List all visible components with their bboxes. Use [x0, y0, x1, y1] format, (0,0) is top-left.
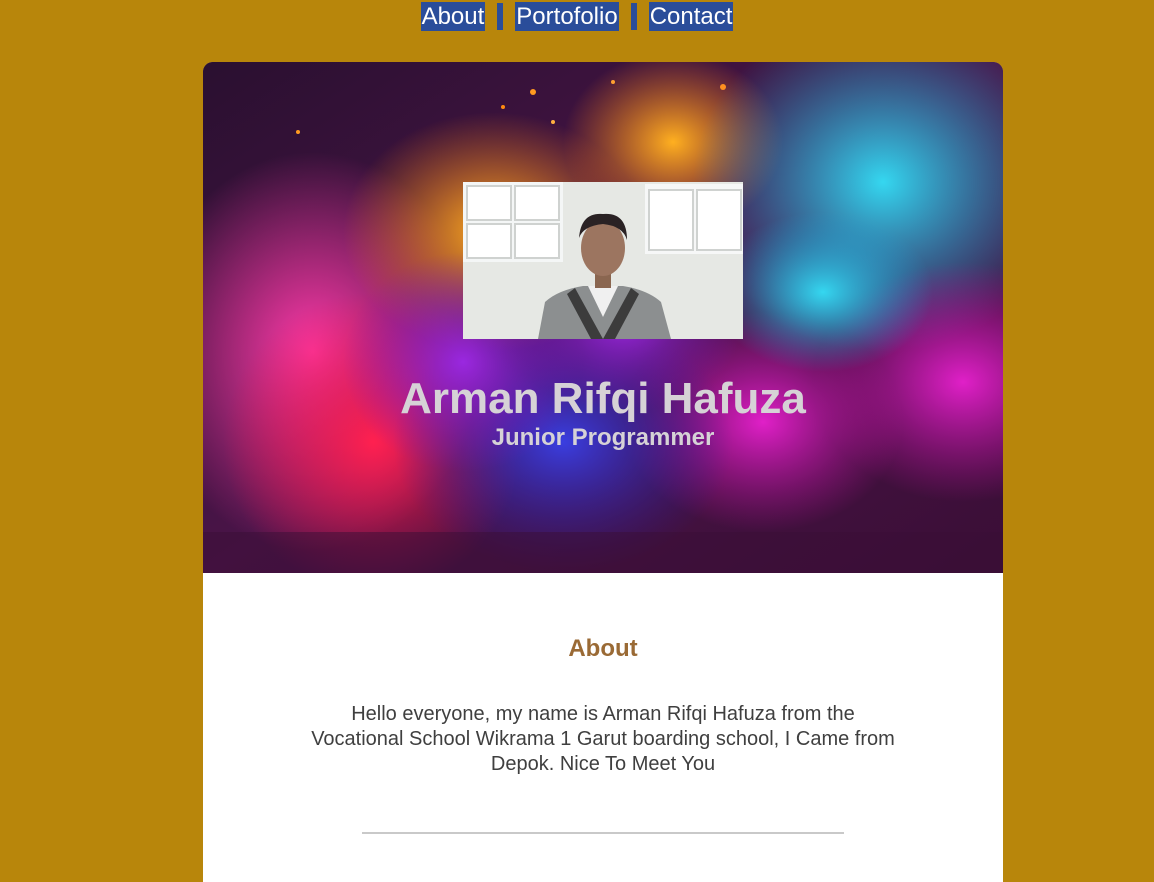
nav-link-portofolio[interactable]: Portofolio [515, 2, 619, 31]
top-navigation: About Portofolio Contact [0, 0, 1154, 40]
hero-banner: Arman Rifqi Hafuza Junior Programmer [203, 62, 1003, 573]
profile-photo [463, 182, 743, 339]
nav-link-about[interactable]: About [420, 2, 486, 31]
section-divider [362, 832, 844, 834]
about-description: Hello everyone, my name is Arman Rifqi H… [311, 703, 895, 775]
nav-separator [630, 3, 637, 30]
about-heading: About [568, 635, 638, 662]
profile-role: Junior Programmer [491, 424, 715, 451]
profile-card: Arman Rifqi Hafuza Junior Programmer Abo… [203, 62, 1003, 882]
nav-link-contact[interactable]: Contact [648, 2, 734, 31]
nav-separator [497, 3, 504, 30]
profile-name: Arman Rifqi Hafuza [400, 374, 806, 423]
profile-photo-image [463, 182, 743, 339]
